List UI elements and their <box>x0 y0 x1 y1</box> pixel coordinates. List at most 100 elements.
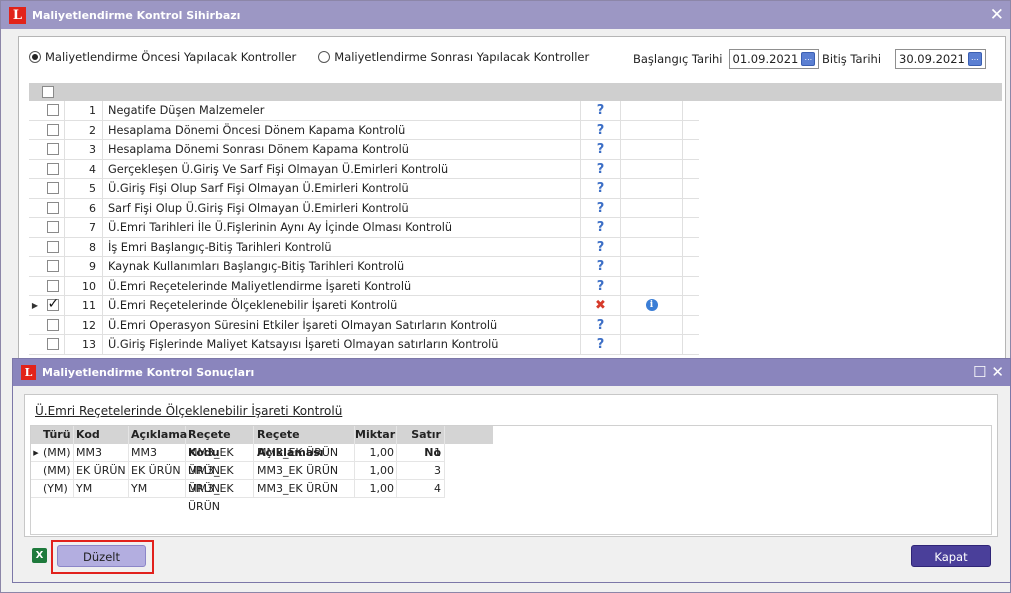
help-icon[interactable]: ? <box>581 179 621 198</box>
col-header-line-no[interactable]: Satır No <box>397 426 445 459</box>
result-row[interactable]: (MM) EK ÜRÜN EK ÜRÜN MM3_EK ÜRÜN MM3_EK ÜRÜN… <box>31 462 445 495</box>
row-checkbox[interactable] <box>46 182 59 195</box>
check-type-radio-group: Maliyetlendirme Öncesi Yapılacak Kontrol… <box>29 50 611 64</box>
check-row[interactable]: 12 Ü.Emri Operasyon Süresini Etkiler İşar… <box>29 315 699 335</box>
row-number: 1 <box>65 101 103 120</box>
row-check-name: Gerçekleşen Ü.Giriş Ve Sarf Fişi Olmayan… <box>103 159 581 178</box>
maximize-icon[interactable]: ☐ <box>973 364 986 380</box>
check-row[interactable]: 2 Hesaplama Dönemi Öncesi Dönem Kapama Ko… <box>29 120 699 140</box>
row-number: 5 <box>65 179 103 198</box>
cell-type: (YM) <box>41 480 74 497</box>
result-row[interactable]: (YM) YM YM MM3_EK ÜRÜN MM3_EK ÜRÜN 1,00 4 <box>31 480 445 513</box>
start-date-label: Başlangıç Tarihi <box>633 52 723 66</box>
col-header-recipe-code[interactable]: Reçete Kodu <box>186 426 254 459</box>
radio-after-icon[interactable] <box>318 51 331 63</box>
row-checkbox[interactable] <box>46 279 59 292</box>
help-icon[interactable]: ? <box>581 335 621 354</box>
end-date-picker-button[interactable]: ... <box>967 52 982 66</box>
row-number: 7 <box>65 218 103 237</box>
radio-before-label: Maliyetlendirme Öncesi Yapılacak Kontrol… <box>45 50 297 64</box>
check-row[interactable]: 5 Ü.Giriş Fişi Olup Sarf Fişi Olmayan Ü.E… <box>29 179 699 199</box>
row-number: 10 <box>65 276 103 295</box>
excel-export-icon[interactable]: X <box>32 548 47 563</box>
cell-quantity: 1,00 <box>355 444 397 461</box>
col-header-code[interactable]: Kod <box>74 426 129 444</box>
error-icon[interactable]: ✖ <box>581 296 621 315</box>
row-number: 4 <box>65 159 103 178</box>
help-icon[interactable]: ? <box>581 276 621 295</box>
close-icon[interactable]: ✕ <box>990 5 1004 25</box>
start-date-value: 01.09.2021 <box>732 52 799 66</box>
help-icon[interactable]: ? <box>581 198 621 217</box>
start-date-field[interactable]: 01.09.2021 ... <box>728 49 820 69</box>
control-panel: Maliyetlendirme Öncesi Yapılacak Kontrol… <box>18 36 1006 371</box>
check-row[interactable]: 1 Negatife Düşen Malzemeler? <box>29 101 699 121</box>
help-icon[interactable]: ? <box>581 159 621 178</box>
fix-button[interactable]: Düzelt <box>57 545 146 567</box>
row-indicator-icon <box>31 462 41 479</box>
result-row[interactable]: ▶ (MM) MM3 MM3 MM3_EK ÜRÜN MM3_EK ÜRÜN 1,00 1 <box>31 444 445 477</box>
col-header-quantity[interactable]: Miktar <box>355 426 397 444</box>
radio-before-costing[interactable]: Maliyetlendirme Öncesi Yapılacak Kontrol… <box>29 50 296 64</box>
dialog-titlebar: L Maliyetlendirme Kontrol Sonuçları ☐ ✕ <box>13 359 1010 386</box>
row-checkbox[interactable] <box>46 143 59 156</box>
results-subtitle: Ü.Emri Reçetelerinde Ölçeklenebilir İşar… <box>35 404 343 418</box>
dialog-window-buttons: ☐ ✕ <box>973 364 1004 380</box>
col-header-recipe-description[interactable]: Reçete Açıklaması <box>254 426 355 459</box>
row-checkbox[interactable] <box>46 221 59 234</box>
cell-description: MM3 <box>129 444 186 461</box>
main-titlebar: L Maliyetlendirme Kontrol Sihirbazı ✕ <box>1 1 1010 29</box>
results-table-header: Türü Kod Açıklama Reçete Kodu Reçete Açı… <box>31 426 493 459</box>
row-checkbox[interactable] <box>46 318 59 331</box>
help-icon[interactable]: ? <box>581 140 621 159</box>
cell-type: (MM) <box>41 444 74 461</box>
check-row[interactable]: 4 Gerçekleşen Ü.Giriş Ve Sarf Fişi Olmaya… <box>29 159 699 179</box>
radio-after-costing[interactable]: Maliyetlendirme Sonrası Yapılacak Kontro… <box>318 50 589 64</box>
check-row[interactable]: ▶ 11Ü.Emri Reçetelerinde Ölçeklenebilir İ… <box>29 296 699 316</box>
checks-grid: 1 Negatife Düşen Malzemeler? 2 Hesaplama Dö… <box>29 101 699 355</box>
help-icon[interactable]: ? <box>581 120 621 139</box>
help-icon[interactable]: ? <box>581 237 621 256</box>
check-row[interactable]: 6 Sarf Fişi Olup Ü.Giriş Fişi Olmayan Ü.E… <box>29 198 699 218</box>
row-check-name: Sarf Fişi Olup Ü.Giriş Fişi Olmayan Ü.Em… <box>103 198 581 217</box>
radio-before-icon[interactable] <box>29 51 41 63</box>
check-row[interactable]: 7 Ü.Emri Tarihleri İle Ü.Fişlerinin Aynı … <box>29 218 699 238</box>
select-all-checkbox[interactable] <box>42 86 54 98</box>
radio-after-label: Maliyetlendirme Sonrası Yapılacak Kontro… <box>334 50 590 64</box>
col-header-description[interactable]: Açıklama <box>129 426 187 444</box>
help-icon[interactable]: ? <box>581 257 621 276</box>
row-checkbox[interactable] <box>46 123 59 136</box>
row-check-name: İş Emri Başlangıç-Bitiş Tarihleri Kontro… <box>103 237 581 256</box>
row-check-name: Negatife Düşen Malzemeler <box>103 101 581 120</box>
check-row[interactable]: 3 Hesaplama Dönemi Sonrası Dönem Kapama K… <box>29 140 699 160</box>
cell-description: YM <box>129 480 186 497</box>
row-checkbox[interactable] <box>46 260 59 273</box>
results-dialog: L Maliyetlendirme Kontrol Sonuçları ☐ ✕ … <box>12 358 1011 583</box>
cell-line-no: 3 <box>397 462 445 479</box>
row-checkbox[interactable] <box>46 201 59 214</box>
check-row[interactable]: 10 Ü.Emri Reçetelerinde Maliyetlendirme İ… <box>29 276 699 296</box>
help-icon[interactable]: ? <box>581 218 621 237</box>
row-checkbox[interactable] <box>46 162 59 175</box>
row-check-name: Ü.Emri Tarihleri İle Ü.Fişlerinin Aynı A… <box>103 218 581 237</box>
cell-code: YM <box>74 480 129 497</box>
col-header-type[interactable]: Türü <box>41 426 74 444</box>
close-icon[interactable]: ✕ <box>991 364 1004 380</box>
check-row[interactable]: 8 İş Emri Başlangıç-Bitiş Tarihleri Kontr… <box>29 237 699 257</box>
check-row[interactable]: 9 Kaynak Kullanımları Başlangıç-Bitiş Tar… <box>29 257 699 277</box>
info-icon[interactable]: i <box>645 299 658 312</box>
row-checkbox[interactable] <box>46 104 59 117</box>
check-row[interactable]: 13 Ü.Giriş Fişlerinde Maliyet Katsayısı İ… <box>29 335 699 355</box>
row-checkbox[interactable] <box>46 240 59 253</box>
start-date-picker-button[interactable]: ... <box>801 52 816 66</box>
close-button[interactable]: Kapat <box>911 545 991 567</box>
row-check-name: Hesaplama Dönemi Öncesi Dönem Kapama Kon… <box>103 120 581 139</box>
help-icon[interactable]: ? <box>581 315 621 334</box>
end-date-field[interactable]: 30.09.2021 ... <box>895 49 986 69</box>
row-checkbox[interactable] <box>46 296 59 312</box>
row-number: 6 <box>65 198 103 217</box>
cell-quantity: 1,00 <box>355 462 397 479</box>
row-checkbox[interactable] <box>46 338 59 351</box>
help-icon[interactable]: ? <box>581 101 621 120</box>
row-indicator-icon <box>31 480 41 497</box>
